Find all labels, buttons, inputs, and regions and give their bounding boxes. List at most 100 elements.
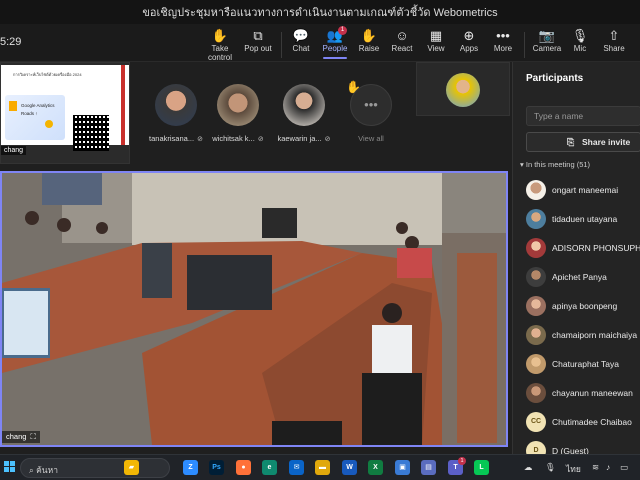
- pop-out-button[interactable]: ⧉ Pop out: [238, 28, 278, 53]
- excel-icon[interactable]: X: [368, 460, 383, 475]
- list-item[interactable]: Chaturaphat Taya: [513, 349, 640, 378]
- panel-title: Participants: [526, 73, 584, 84]
- teams-badge: 1: [458, 457, 466, 465]
- participant-name: Chutimadee Chaibao: [552, 416, 632, 427]
- participants-panel: Participants Type a name ⎘ Share invite …: [512, 62, 640, 461]
- main-video-stage[interactable]: chang ⛶: [0, 171, 508, 447]
- meeting-toolbar: 5:29 ✋ Take control ⧉ Pop out 💬 Chat 👥 1…: [0, 24, 640, 62]
- edge-icon[interactable]: e: [262, 460, 277, 475]
- pop-out-icon: ⧉: [253, 28, 263, 43]
- avatar: [526, 179, 546, 200]
- participant-name: Chaturaphat Taya: [552, 358, 619, 369]
- share-button[interactable]: ⇧ Share: [594, 28, 634, 53]
- more-button[interactable]: ••• More: [483, 28, 523, 53]
- more-label: More: [493, 44, 513, 53]
- participant-name: kaewarin ja...: [277, 134, 322, 143]
- main-presenter-chip: chang ⛶: [2, 431, 40, 443]
- avatar: [526, 266, 546, 287]
- avatar: [526, 295, 546, 316]
- mic-tray-icon[interactable]: 🎙: [545, 462, 556, 473]
- slide-text: Google Analytics: [21, 103, 55, 108]
- view-all-label: View all: [358, 134, 384, 143]
- mic-muted-icon: ⊘: [324, 135, 331, 143]
- cloud-icon[interactable]: ☁: [524, 462, 533, 473]
- avatar-initials: CC: [526, 411, 546, 432]
- list-item[interactable]: ongart maneemai: [513, 175, 640, 204]
- shared-slide: การวิเคราะห์เว็บไซต์ด้วยเครื่องมือ 2024 …: [1, 65, 129, 151]
- pin-icon[interactable]: ⛶: [30, 432, 35, 442]
- mic-muted-icon: ⊘: [257, 135, 264, 143]
- word-icon[interactable]: W: [342, 460, 357, 475]
- participant-tile[interactable]: kaewarin ja... ⊘: [274, 84, 334, 143]
- photos-icon[interactable]: ▣: [395, 460, 410, 475]
- volume-icon[interactable]: ♪: [606, 462, 610, 472]
- windows-start-icon[interactable]: [4, 461, 16, 473]
- participant-tile[interactable]: tanakrisana... ⊘: [146, 84, 206, 143]
- participant-name: ADISORN PHONSUPHAP: [552, 242, 640, 253]
- windows-taskbar: ⌕ ค้นหา ▰ Z Ps ● e ✉ ▬ W X ▣ ▤ T 1 L ☁ 🎙…: [0, 454, 640, 480]
- mail-icon[interactable]: ✉: [289, 460, 304, 475]
- analytics-logo-icon: [9, 101, 17, 111]
- list-item[interactable]: tidaduen utayana: [513, 204, 640, 233]
- list-item[interactable]: CC Chutimadee Chaibao: [513, 407, 640, 436]
- meeting-room-video: [2, 173, 506, 445]
- folder-icon[interactable]: ▬: [315, 460, 330, 475]
- avatar: [526, 353, 546, 374]
- take-control-label: Take control: [207, 44, 232, 62]
- react-label: React: [391, 44, 413, 53]
- camera-label: Camera: [532, 44, 562, 53]
- share-invite-icon: ⎘: [567, 137, 575, 147]
- mic-muted-icon: ⊘: [197, 135, 203, 143]
- participant-name: tanakrisana...: [149, 134, 195, 143]
- gallery-strip: การวิเคราะห์เว็บไซต์ด้วยเครื่องมือ 2024 …: [0, 62, 512, 170]
- participant-name: tidaduen utayana: [552, 213, 618, 224]
- list-item[interactable]: chayanun maneewan: [513, 378, 640, 407]
- avatar: [217, 84, 259, 126]
- slide-graphic: Google Analytics Roads ↑: [5, 95, 65, 140]
- meeting-timer: 5:29: [0, 36, 22, 48]
- list-item[interactable]: chamaiporn maichaiya: [513, 320, 640, 349]
- participant-name: chamaiporn maichaiya: [552, 329, 638, 340]
- avatar: [283, 84, 325, 126]
- slide-header: การวิเคราะห์เว็บไซต์ด้วยเครื่องมือ 2024: [13, 72, 82, 77]
- list-item[interactable]: apinya boonpeng: [513, 291, 640, 320]
- view-all-button[interactable]: ••• View all: [348, 84, 394, 143]
- self-view-tile[interactable]: [416, 62, 510, 116]
- zoom-icon[interactable]: Z: [183, 460, 198, 475]
- participant-name: ongart maneemai: [552, 184, 619, 195]
- apps-label: Apps: [459, 44, 479, 53]
- people-badge: 1: [338, 26, 347, 35]
- toolbar-divider: [524, 32, 525, 58]
- raise-label: Raise: [358, 44, 380, 53]
- taskbar-search-input[interactable]: ⌕ ค้นหา: [20, 458, 170, 478]
- share-label: Share: [603, 44, 625, 53]
- wifi-icon[interactable]: ≋: [592, 462, 599, 473]
- take-control-button[interactable]: ✋ Take control: [200, 28, 240, 62]
- participant-list: ongart maneemai tidaduen utayana ADISORN…: [513, 175, 640, 465]
- line-icon[interactable]: L: [474, 460, 489, 475]
- shared-screen-thumbnail[interactable]: การวิเคราะห์เว็บไซต์ด้วยเครื่องมือ 2024 …: [0, 62, 130, 164]
- shared-presenter-name: chang: [1, 146, 27, 155]
- list-item[interactable]: Apichet Panya: [513, 262, 640, 291]
- main-presenter-name: chang: [6, 432, 27, 441]
- taskbar-search-text: ค้นหา: [36, 465, 58, 475]
- participant-tile[interactable]: wichitsak k... ⊘: [208, 84, 268, 143]
- participant-search-input[interactable]: Type a name: [526, 106, 640, 126]
- list-item[interactable]: ADISORN PHONSUPHAP: [513, 233, 640, 262]
- share-icon: ⇧: [608, 28, 620, 43]
- in-meeting-section-toggle[interactable]: ▾ In this meeting (51): [520, 160, 590, 169]
- battery-icon[interactable]: ▭: [620, 462, 628, 473]
- self-avatar: [446, 73, 480, 107]
- file-explorer-icon[interactable]: ▰: [124, 460, 139, 475]
- participant-name: apinya boonpeng: [552, 300, 618, 311]
- photoshop-icon[interactable]: Ps: [209, 460, 224, 475]
- participant-name: wichitsak k...: [212, 134, 255, 143]
- people-label: People: [322, 44, 348, 53]
- calendar-icon[interactable]: ▤: [421, 460, 436, 475]
- window-title: ขอเชิญประชุมหารือแนวทางการดำเนินงานตามเก…: [142, 7, 498, 19]
- share-invite-button[interactable]: ⎘ Share invite: [526, 132, 640, 152]
- language-indicator[interactable]: ไทย: [566, 462, 581, 476]
- qr-code-image: [73, 115, 109, 151]
- window-title-bar: ขอเชิญประชุมหารือแนวทางการดำเนินงานตามเก…: [0, 0, 640, 24]
- firefox-icon[interactable]: ●: [236, 460, 251, 475]
